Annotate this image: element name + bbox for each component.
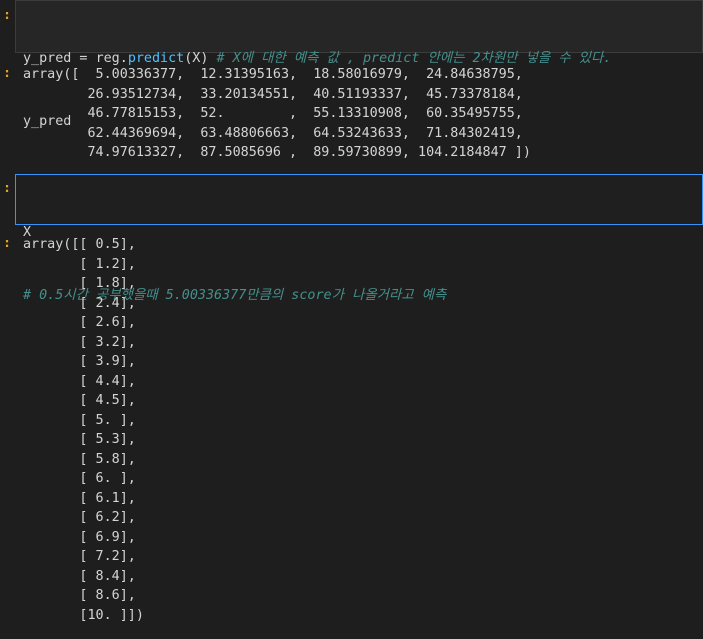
code-operator: =	[71, 51, 96, 66]
code-comment: # X에 대한 예측 값 , predict 안에는 2차원만 넣을 수 있다.	[208, 51, 612, 66]
output-line: [ 6.1],	[23, 490, 136, 506]
output-line: array([ 5.00336377, 12.31395163, 18.5801…	[23, 67, 523, 82]
cell-1-output-prompt: :	[3, 66, 12, 81]
output-line: [ 7.2],	[23, 549, 136, 564]
output-line: [ 2.6],	[23, 315, 136, 330]
code-object: reg.	[95, 51, 128, 66]
code-variable: y_pred	[23, 51, 72, 66]
cell-1-input-prompt: :	[3, 8, 12, 23]
output-line: 62.44369694, 63.48806663, 64.53243633, 7…	[23, 125, 523, 141]
output-line: [ 8.6],	[23, 588, 136, 603]
cell-1-output: array([ 5.00336377, 12.31395163, 18.5801…	[23, 65, 531, 163]
output-line: [ 4.5],	[23, 393, 136, 408]
output-line: [ 6.2],	[23, 510, 136, 525]
code-function: predict	[127, 51, 185, 66]
output-line: [ 4.4],	[23, 373, 136, 389]
cell-2-output: array([[ 0.5], [ 1.2], [ 1.8], [ 2.4], […	[23, 235, 144, 625]
output-line: [ 6. ],	[23, 471, 136, 486]
output-line: [ 8.4],	[23, 568, 136, 584]
output-line: [10. ]])	[23, 607, 144, 623]
output-line: 74.97613327, 87.5085696 , 89.59730899, 1…	[23, 145, 531, 160]
output-line: [ 3.2],	[23, 334, 136, 350]
output-line: [ 5. ],	[23, 412, 136, 428]
output-line: 46.77815153, 52. , 55.13310908, 60.35495…	[23, 106, 523, 121]
output-line: [ 3.9],	[23, 354, 136, 369]
cell-2-input-prompt: :	[3, 181, 12, 196]
code-cell-1[interactable]: y_pred = reg.predict(X) # X에 대한 예측 값 , p…	[15, 0, 703, 129]
code-args: (X)	[184, 51, 209, 66]
output-line: array([[ 0.5],	[23, 237, 136, 252]
code-cell-2[interactable]: X # 0.5시간 공부했을때 5.00336377만큼의 score가 나올거…	[15, 174, 703, 303]
output-line: 26.93512734, 33.20134551, 40.51193337, 4…	[23, 86, 523, 102]
output-line: [ 2.4],	[23, 295, 136, 311]
output-line: [ 5.8],	[23, 451, 136, 467]
cell-2-output-prompt: :	[3, 236, 12, 251]
output-line: [ 6.9],	[23, 529, 136, 545]
output-line: [ 1.8],	[23, 276, 136, 291]
output-line: [ 1.2],	[23, 256, 136, 272]
output-line: [ 5.3],	[23, 432, 136, 447]
